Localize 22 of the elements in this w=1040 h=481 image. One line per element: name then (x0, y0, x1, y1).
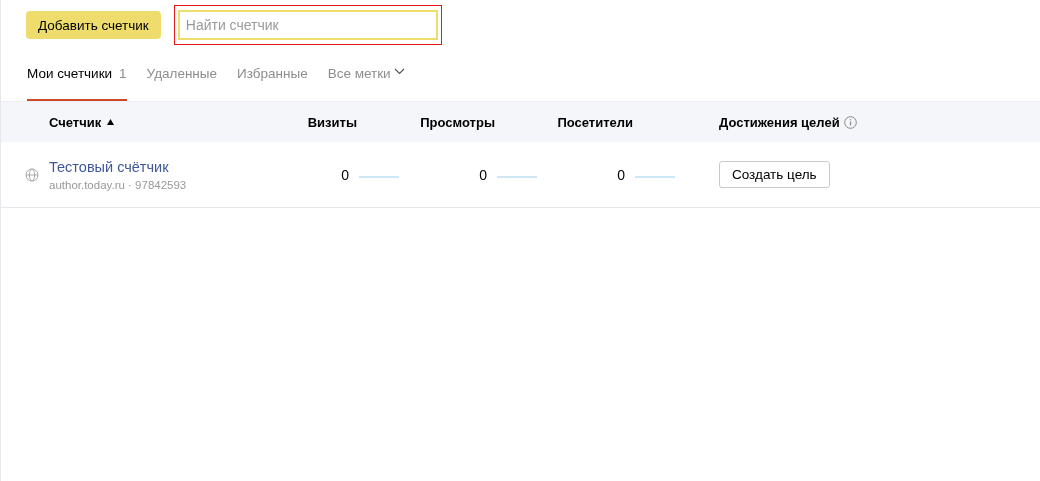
column-header: Достижения целей (719, 114, 840, 130)
tab-label: Удаленные (146, 66, 218, 81)
add-counter-button[interactable]: Добавить счетчик (26, 11, 161, 39)
tab-label: Мои счетчики (27, 66, 113, 81)
metric-value: 0 (479, 166, 487, 183)
info-icon[interactable] (843, 115, 857, 129)
tab-label: Избранные (237, 66, 308, 81)
tab-label: Все метки (327, 66, 391, 81)
search-field[interactable]: Найти счетчик (177, 10, 438, 40)
metric-value: 0 (341, 166, 349, 183)
counter-name-link[interactable]: Тестовый счётчик (49, 158, 261, 175)
metric-value: 0 (617, 166, 625, 183)
globe-icon (24, 167, 39, 182)
counter-site: author.today.ru · 97842593 (49, 178, 188, 191)
column-header[interactable]: Посетители (537, 114, 675, 130)
tab[interactable]: Все метки (327, 61, 405, 101)
tab-count: 1 (119, 66, 127, 81)
create-goal-button[interactable]: Создать цель (719, 161, 830, 188)
chevron-down-icon (393, 68, 405, 75)
column-header[interactable]: Визиты (261, 114, 399, 130)
column-header[interactable]: Счетчик (49, 114, 102, 130)
column-header[interactable]: Просмотры (399, 114, 537, 130)
